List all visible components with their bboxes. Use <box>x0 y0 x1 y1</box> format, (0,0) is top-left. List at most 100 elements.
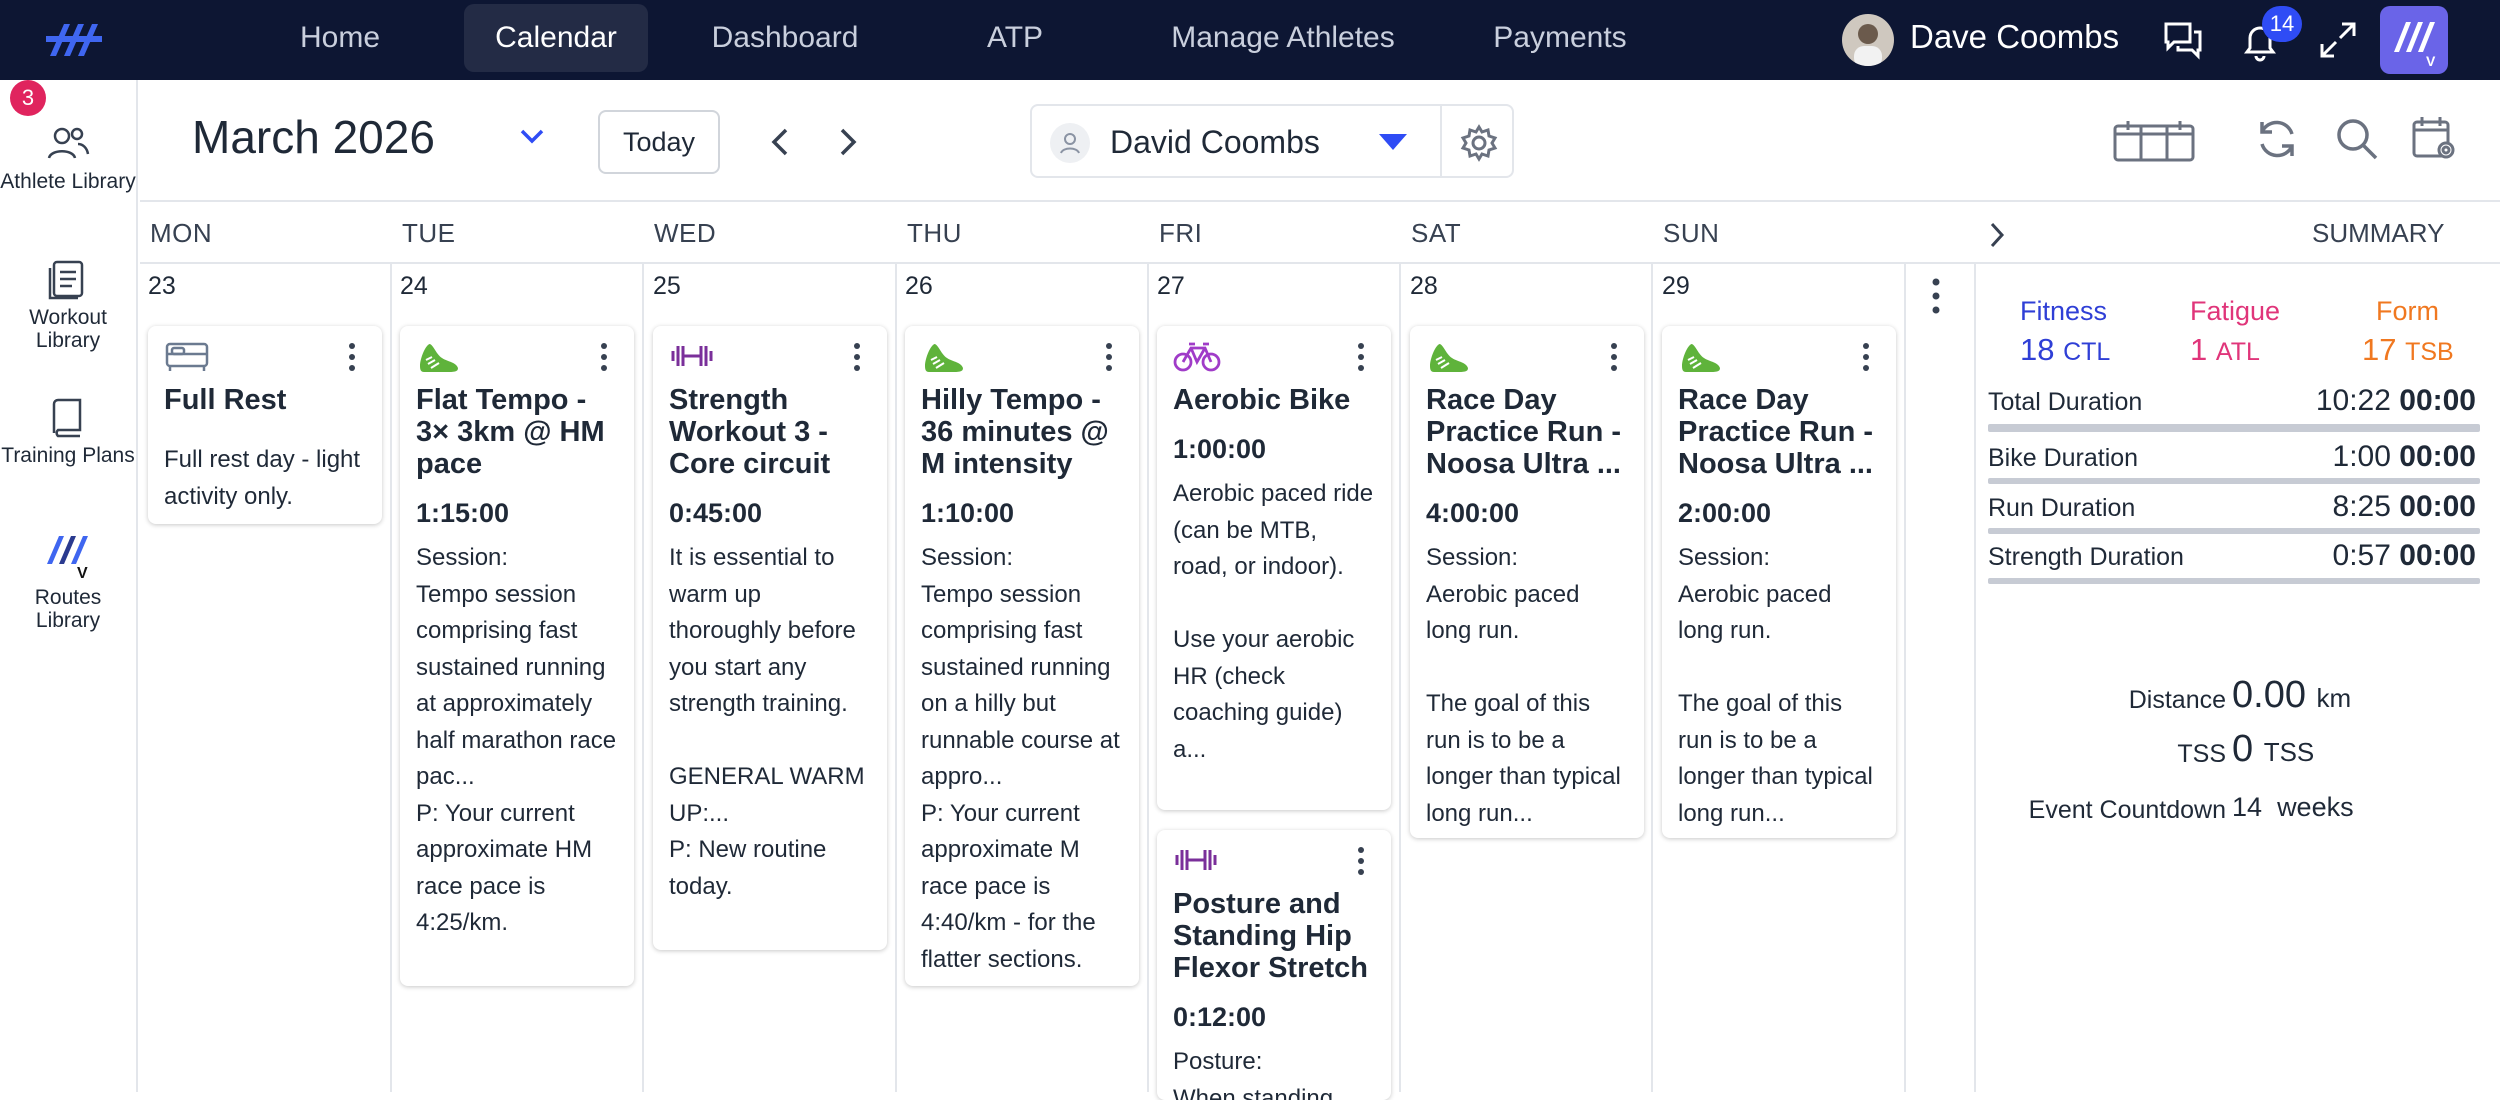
bike-icon <box>1173 342 1221 372</box>
sidebar-item-label: Training Plans <box>1 444 135 467</box>
workout-card[interactable]: Race Day Practice Run - Noosa Ultra ... … <box>1410 326 1644 838</box>
card-more-options-icon[interactable] <box>1355 342 1367 372</box>
tss-value: 0 TSS <box>2232 728 2315 770</box>
card-more-options-icon[interactable] <box>1860 342 1872 372</box>
column-divider <box>1399 264 1401 1092</box>
column-divider <box>642 264 644 1092</box>
card-more-options-icon[interactable] <box>1103 342 1115 372</box>
brand-logo-icon[interactable] <box>44 16 104 64</box>
week-more-options-icon[interactable] <box>1924 276 1948 316</box>
gear-icon <box>1460 124 1498 162</box>
fitness-unit: CTL <box>2063 338 2111 366</box>
refresh-icon[interactable] <box>2252 114 2302 164</box>
workout-title: Race Day Practice Run - Noosa Ultra ... … <box>1678 384 1873 474</box>
sidebar-item-athlete-library[interactable]: Athlete Library <box>0 124 136 193</box>
summary-header: SUMMARY <box>2312 218 2445 248</box>
tss-label: TSS <box>2177 740 2226 768</box>
event-countdown-label: Event Countdown <box>2028 796 2226 824</box>
bed-rest-icon <box>165 342 209 371</box>
athlete-select[interactable]: David Coombs <box>1030 104 1450 178</box>
svg-text:V: V <box>77 565 88 580</box>
workout-card[interactable]: Posture and Standing Hip Flexor Stretch … <box>1157 830 1391 1100</box>
expand-icon[interactable] <box>2314 16 2362 64</box>
fatigue-number: 1 <box>2190 332 2208 367</box>
workout-title: Flat Tempo - 3× 3km @ HM pace <box>416 384 605 480</box>
running-shoe-icon <box>1430 344 1468 372</box>
search-icon[interactable] <box>2332 114 2382 164</box>
card-more-options-icon[interactable] <box>346 342 358 372</box>
chevron-down-icon[interactable] <box>518 126 546 146</box>
workout-title: Strength Workout 3 - Core circuit <box>669 384 831 480</box>
nav-calendar[interactable]: Calendar <box>464 4 648 72</box>
workout-card[interactable]: Race Day Practice Run - Noosa Ultra ... … <box>1662 326 1896 838</box>
week-view-icon[interactable] <box>2112 118 2196 164</box>
chat-icon[interactable] <box>2158 16 2206 64</box>
running-shoe-icon <box>420 344 458 372</box>
app-switcher-tile[interactable]: V <box>2380 6 2448 74</box>
card-more-options-icon[interactable] <box>1355 846 1367 876</box>
workout-duration: 2:00:00 <box>1678 498 1882 529</box>
total-duration-bar <box>1988 424 2480 432</box>
user-avatar[interactable] <box>1842 14 1894 66</box>
nav-payments[interactable]: Payments <box>1470 4 1650 72</box>
list-document-icon <box>48 260 84 300</box>
distance-value: 0.00 km <box>2232 674 2352 716</box>
notification-badge: 14 <box>2262 6 2302 42</box>
workout-card[interactable]: Hilly Tempo - 36 minutes @ M intensity 1… <box>905 326 1139 986</box>
workout-duration: 1:15:00 <box>416 498 510 528</box>
card-more-options-icon[interactable] <box>851 342 863 372</box>
workout-description: Full rest day - light activity only. <box>164 446 361 510</box>
chevron-right-icon[interactable] <box>1984 218 2012 252</box>
distance-label: Distance <box>2128 686 2226 714</box>
caret-down-icon[interactable] <box>1376 130 1410 154</box>
left-sidebar: Athlete Library 3 Workout Library Traini… <box>0 80 138 1092</box>
sidebar-item-workout-library[interactable]: Workout Library <box>0 258 136 352</box>
sidebar-item-label: Routes Library <box>34 586 102 632</box>
total-duration-value: 10:22 00:00 <box>2315 384 2476 417</box>
nav-manage-athletes[interactable]: Manage Athletes <box>1148 4 1418 72</box>
nav-home[interactable]: Home <box>268 4 412 72</box>
week-header: MON TUE WED THU FRI SAT SUN SUMMARY <box>140 204 2500 264</box>
card-more-options-icon[interactable] <box>1608 342 1620 372</box>
workout-duration: 0:45:00 <box>669 498 763 528</box>
strength-duration-label: Strength Duration <box>1988 543 2184 571</box>
workout-card[interactable]: Full Rest Full rest day - light activity… <box>148 326 382 524</box>
column-divider <box>895 264 897 1092</box>
calendar-toolbar: March 2026 Today David Coombs <box>140 80 2500 202</box>
column-divider <box>390 264 392 1092</box>
workout-card[interactable]: Aerobic Bike 1:00:00 Aerobic paced ride … <box>1157 326 1391 810</box>
day-header-thu: THU <box>907 218 962 248</box>
form-label: Form <box>2376 296 2439 326</box>
next-week-icon[interactable] <box>834 122 862 162</box>
nav-atp[interactable]: ATP <box>960 4 1070 72</box>
bike-duration-label: Bike Duration <box>1988 444 2139 472</box>
column-divider <box>1147 264 1149 1092</box>
day-number: 29 <box>1662 272 1690 300</box>
nav-dashboard[interactable]: Dashboard <box>692 4 878 72</box>
bike-duration-bar <box>1988 478 2480 484</box>
workout-title: Hilly Tempo - 36 minutes @ M intensity <box>921 384 1109 480</box>
top-nav: Home Calendar Dashboard ATP Manage Athle… <box>0 0 2500 80</box>
athlete-settings-button[interactable] <box>1440 104 1514 178</box>
workout-card[interactable]: Strength Workout 3 - Core circuit 0:45:0… <box>653 326 887 950</box>
sidebar-item-training-plans[interactable]: Training Plans <box>0 396 136 467</box>
previous-week-icon[interactable] <box>766 122 794 162</box>
today-button[interactable]: Today <box>598 110 720 174</box>
run-duration-bar <box>1988 528 2480 534</box>
card-more-options-icon[interactable] <box>598 342 610 372</box>
total-duration-label: Total Duration <box>1988 388 2143 416</box>
workout-card[interactable]: Flat Tempo - 3× 3km @ HM pace 1:15:00 Se… <box>400 326 634 986</box>
users-icon <box>47 127 90 159</box>
fitness-label: Fitness <box>2020 296 2108 326</box>
athlete-library-badge: 3 <box>10 80 46 116</box>
month-title[interactable]: March 2026 <box>192 110 435 164</box>
column-divider <box>1904 264 1906 1092</box>
user-name[interactable]: Dave Coombs <box>1910 18 2119 56</box>
calendar-settings-icon[interactable] <box>2410 114 2460 164</box>
day-number: 23 <box>148 272 176 300</box>
book-icon <box>52 398 82 438</box>
day-number: 24 <box>400 272 428 300</box>
workout-duration: 1:00:00 <box>1173 434 1267 464</box>
day-number: 25 <box>653 272 681 300</box>
sidebar-item-routes-library[interactable]: V Routes Library <box>0 528 136 632</box>
